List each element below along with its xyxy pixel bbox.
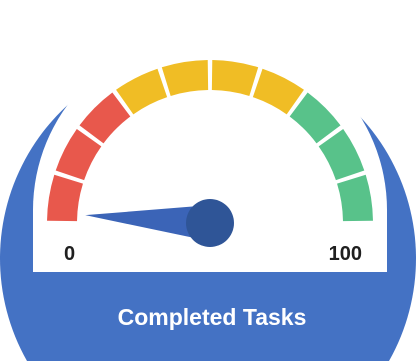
gauge-title: Completed Tasks — [118, 304, 307, 330]
gauge-chart: 0 100 Completed Tasks — [0, 0, 416, 361]
gauge-hub — [186, 199, 234, 247]
min-label: 0 — [64, 243, 75, 265]
gauge-svg: 0 100 Completed Tasks — [0, 33, 416, 361]
max-label: 100 — [329, 243, 362, 265]
